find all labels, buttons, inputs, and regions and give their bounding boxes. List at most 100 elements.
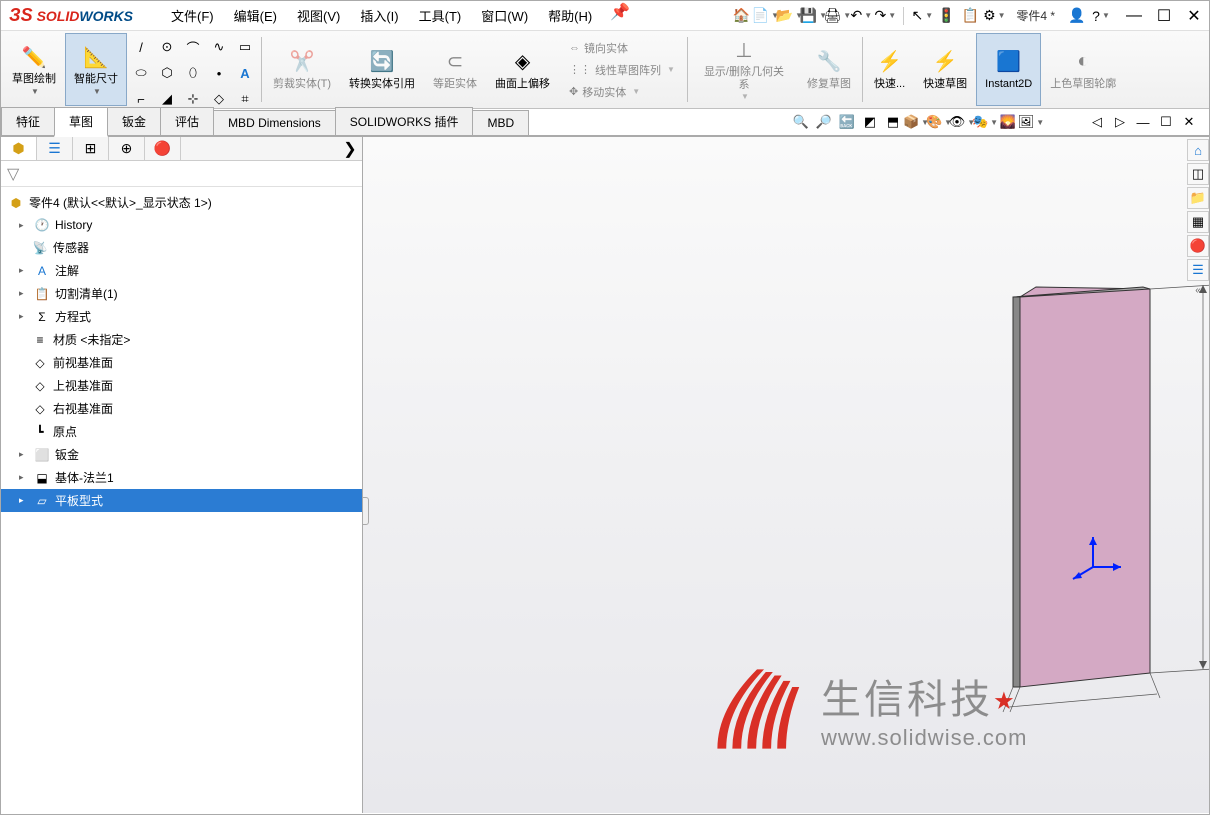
rapid-button[interactable]: ⚡ 快速...: [865, 33, 914, 106]
maximize-button[interactable]: ☐: [1149, 4, 1179, 28]
rb-folder-icon[interactable]: 📁: [1187, 187, 1209, 209]
section-icon[interactable]: ◩: [860, 112, 880, 132]
menu-window[interactable]: 窗口(W): [471, 2, 538, 29]
expand-icon[interactable]: ▸: [19, 311, 31, 322]
viewport-3d[interactable]: 117.20 生信科技٭ www.solidwise.com ⌂ ◫ 📁 ▦ 🔴: [363, 137, 1209, 813]
search-icon[interactable]: 👤: [1067, 6, 1087, 26]
tree-tab-config[interactable]: ⊞: [73, 137, 109, 160]
menu-tools[interactable]: 工具(T): [409, 2, 472, 29]
scene-icon[interactable]: 🌄: [998, 112, 1018, 132]
smart-dimension-button[interactable]: 📐 智能尺寸 ▼: [65, 33, 127, 106]
tab-mbd-dim[interactable]: MBD Dimensions: [213, 110, 336, 135]
tree-right-plane[interactable]: ◇ 右视基准面: [1, 397, 362, 420]
expand-icon[interactable]: ▸: [19, 472, 31, 483]
tree-base-flange[interactable]: ▸ ⬓ 基体-法兰1: [1, 466, 362, 489]
tree-history[interactable]: ▸ 🕐 History: [1, 214, 362, 236]
redo-icon[interactable]: ↷▼: [875, 6, 895, 26]
ellipse-icon[interactable]: ⬯: [181, 61, 205, 85]
tree-top-plane[interactable]: ◇ 上视基准面: [1, 374, 362, 397]
tree-root[interactable]: ⬢ 零件4 (默认<<默认>_显示状态 1>): [1, 191, 362, 214]
rb-view-icon[interactable]: ▦: [1187, 211, 1209, 233]
zoom-fit-icon[interactable]: 🔍: [791, 112, 811, 132]
menu-view[interactable]: 视图(V): [287, 2, 350, 29]
pin-icon[interactable]: 📌: [610, 2, 630, 29]
tree-tab-dimx[interactable]: ⊕: [109, 137, 145, 160]
home-icon[interactable]: 🏠: [731, 6, 751, 26]
tree-sensors[interactable]: 📡 传感器: [1, 236, 362, 259]
sub-close-icon[interactable]: ✕: [1179, 112, 1199, 132]
sub-min-icon[interactable]: —: [1133, 112, 1153, 132]
tree-cutlist[interactable]: ▸ 📋 切割清单(1): [1, 282, 362, 305]
menu-help[interactable]: 帮助(H): [538, 2, 602, 29]
splitter-handle[interactable]: [363, 497, 369, 525]
tab-evaluate[interactable]: 评估: [160, 107, 214, 135]
rb-home-icon[interactable]: ⌂: [1187, 139, 1209, 161]
display-style-icon[interactable]: 🎨▼: [929, 112, 949, 132]
open-icon[interactable]: 📂▼: [779, 6, 799, 26]
view-orient-icon[interactable]: 📦▼: [906, 112, 926, 132]
expand-icon[interactable]: ▸: [19, 220, 31, 231]
tab-plugins[interactable]: SOLIDWORKS 插件: [335, 107, 474, 135]
rb-cmd-icon[interactable]: ☰: [1187, 259, 1209, 281]
menu-file[interactable]: 文件(F): [161, 2, 224, 29]
instant2d-button[interactable]: 🟦 Instant2D: [976, 33, 1041, 106]
circle-icon[interactable]: ⊙: [155, 35, 179, 59]
tree-material[interactable]: ≡ 材质 <未指定>: [1, 328, 362, 351]
tab-features[interactable]: 特征: [1, 107, 55, 135]
rapid-sketch-button[interactable]: ⚡ 快速草图: [914, 33, 976, 106]
render-icon[interactable]: 🖼▼: [1021, 112, 1041, 132]
construction-icon[interactable]: ⌗: [233, 87, 257, 111]
undo-icon[interactable]: ↶▼: [851, 6, 871, 26]
menu-edit[interactable]: 编辑(E): [224, 2, 287, 29]
point-icon[interactable]: •: [207, 61, 231, 85]
save-icon[interactable]: 💾▼: [803, 6, 823, 26]
prev-view-icon[interactable]: 🔙: [837, 112, 857, 132]
help-icon[interactable]: ?▼: [1091, 6, 1111, 26]
sub-max-icon[interactable]: ☐: [1156, 112, 1176, 132]
tree-tab-property[interactable]: ☰: [37, 137, 73, 160]
line-icon[interactable]: /: [129, 35, 153, 59]
settings-icon[interactable]: ⚙▼: [984, 6, 1004, 26]
tree-annotations[interactable]: ▸ A 注解: [1, 259, 362, 282]
normal-icon[interactable]: ⬒: [883, 112, 903, 132]
text-icon[interactable]: A: [233, 61, 257, 85]
appearance-icon[interactable]: 🎭▼: [975, 112, 995, 132]
filter-bar[interactable]: ▽: [1, 161, 362, 187]
tab-mbd[interactable]: MBD: [472, 110, 529, 135]
arc-icon[interactable]: ⌒: [181, 35, 205, 59]
options-icon[interactable]: 📋: [960, 6, 980, 26]
close-button[interactable]: ✕: [1179, 4, 1209, 28]
rb-collapse-icon[interactable]: «: [1187, 283, 1209, 297]
slot-icon[interactable]: ⬭: [129, 61, 153, 85]
select-icon[interactable]: ↖▼: [912, 6, 932, 26]
rb-appearance-icon[interactable]: 🔴: [1187, 235, 1209, 257]
menu-insert[interactable]: 插入(I): [350, 2, 408, 29]
surface-offset-button[interactable]: ◈ 曲面上偏移: [486, 33, 559, 106]
tab-sketch[interactable]: 草图: [54, 107, 108, 137]
print-icon[interactable]: 🖨▼: [827, 6, 847, 26]
left-icon[interactable]: ◁: [1087, 112, 1107, 132]
convert-button[interactable]: 🔄 转换实体引用: [340, 33, 424, 106]
tree-front-plane[interactable]: ◇ 前视基准面: [1, 351, 362, 374]
spline-icon[interactable]: ∿: [207, 35, 231, 59]
tree-tab-feature[interactable]: ⬢: [1, 137, 37, 160]
zoom-window-icon[interactable]: 🔎: [814, 112, 834, 132]
expand-icon[interactable]: ▸: [19, 495, 31, 506]
tree-equations[interactable]: ▸ Σ 方程式: [1, 305, 362, 328]
rebuild-icon[interactable]: 🚦: [936, 6, 956, 26]
tree-sheetmetal[interactable]: ▸ ⬜ 钣金: [1, 443, 362, 466]
tab-sheetmetal[interactable]: 钣金: [107, 107, 161, 135]
new-doc-icon[interactable]: 📄▼: [755, 6, 775, 26]
rb-feature-icon[interactable]: ◫: [1187, 163, 1209, 185]
right-icon[interactable]: ▷: [1110, 112, 1130, 132]
expand-icon[interactable]: ▸: [19, 449, 31, 460]
tree-origin[interactable]: ┗ 原点: [1, 420, 362, 443]
expand-icon[interactable]: ▸: [19, 265, 31, 276]
tree-tab-display[interactable]: 🔴: [145, 137, 181, 160]
sketch-draw-button[interactable]: ✏️ 草图绘制 ▼: [3, 33, 65, 106]
tree-expand-icon[interactable]: ❯: [338, 137, 362, 160]
tree-flat-pattern[interactable]: ▸ ▱ 平板型式: [1, 489, 362, 512]
expand-icon[interactable]: ▸: [19, 288, 31, 299]
minimize-button[interactable]: —: [1119, 4, 1149, 28]
polygon-icon[interactable]: ⬡: [155, 61, 179, 85]
